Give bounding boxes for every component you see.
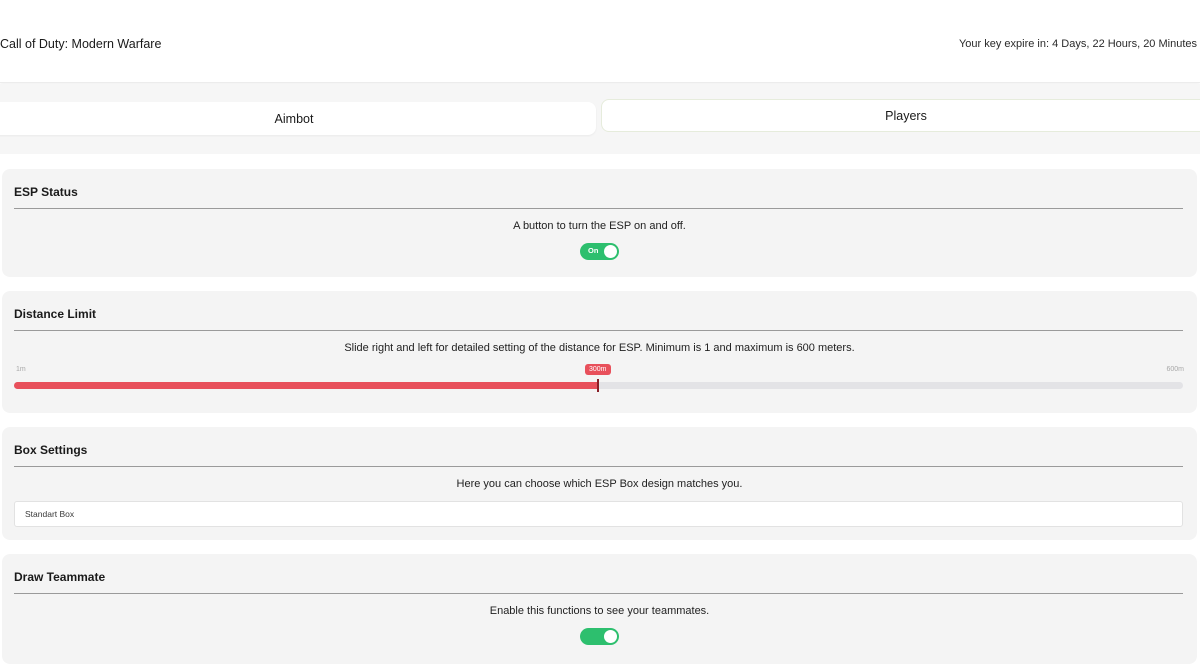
distance-slider[interactable] [14,379,1183,392]
box-style-select[interactable]: Standart Box [14,501,1183,527]
card-title: Box Settings [14,443,88,457]
divider [14,330,1183,331]
range-min-label: 1m [16,366,26,373]
toggle-knob [604,245,617,258]
toggle-knob [604,630,617,643]
divider [14,466,1183,467]
card-description: A button to turn the ESP on and off. [513,220,686,232]
divider [14,208,1183,209]
card-title: ESP Status [14,185,78,199]
card-description: Slide right and left for detailed settin… [344,342,855,354]
slider-fill [14,382,598,389]
divider [14,593,1183,594]
toggle-label: On [588,246,599,255]
range-max-label: 600m [1166,366,1184,373]
tab-bar: Aimbot Players [0,84,1200,154]
card-title: Draw Teammate [14,570,106,584]
slider-handle[interactable] [596,379,599,392]
range-value-bubble: 300m [585,364,611,375]
box-settings-card: Box Settings Here you can choose which E… [2,427,1197,540]
esp-status-card: ESP Status A button to turn the ESP on a… [2,169,1197,277]
tab-players[interactable]: Players [601,99,1200,132]
app-title: Call of Duty: Modern Warfare [0,37,162,51]
esp-toggle[interactable]: On [580,243,619,260]
tab-aimbot[interactable]: Aimbot [0,102,596,135]
distance-limit-card: Distance Limit Slide right and left for … [2,291,1197,413]
key-expire-text: Your key expire in: 4 Days, 22 Hours, 20… [958,38,1197,50]
draw-teammate-card: Draw Teammate Enable this functions to s… [2,554,1197,664]
card-description: Here you can choose which ESP Box design… [456,478,743,490]
card-description: Enable this functions to see your teamma… [489,605,710,617]
top-bar: Call of Duty: Modern Warfare Your key ex… [0,2,1200,83]
card-title: Distance Limit [14,307,97,321]
